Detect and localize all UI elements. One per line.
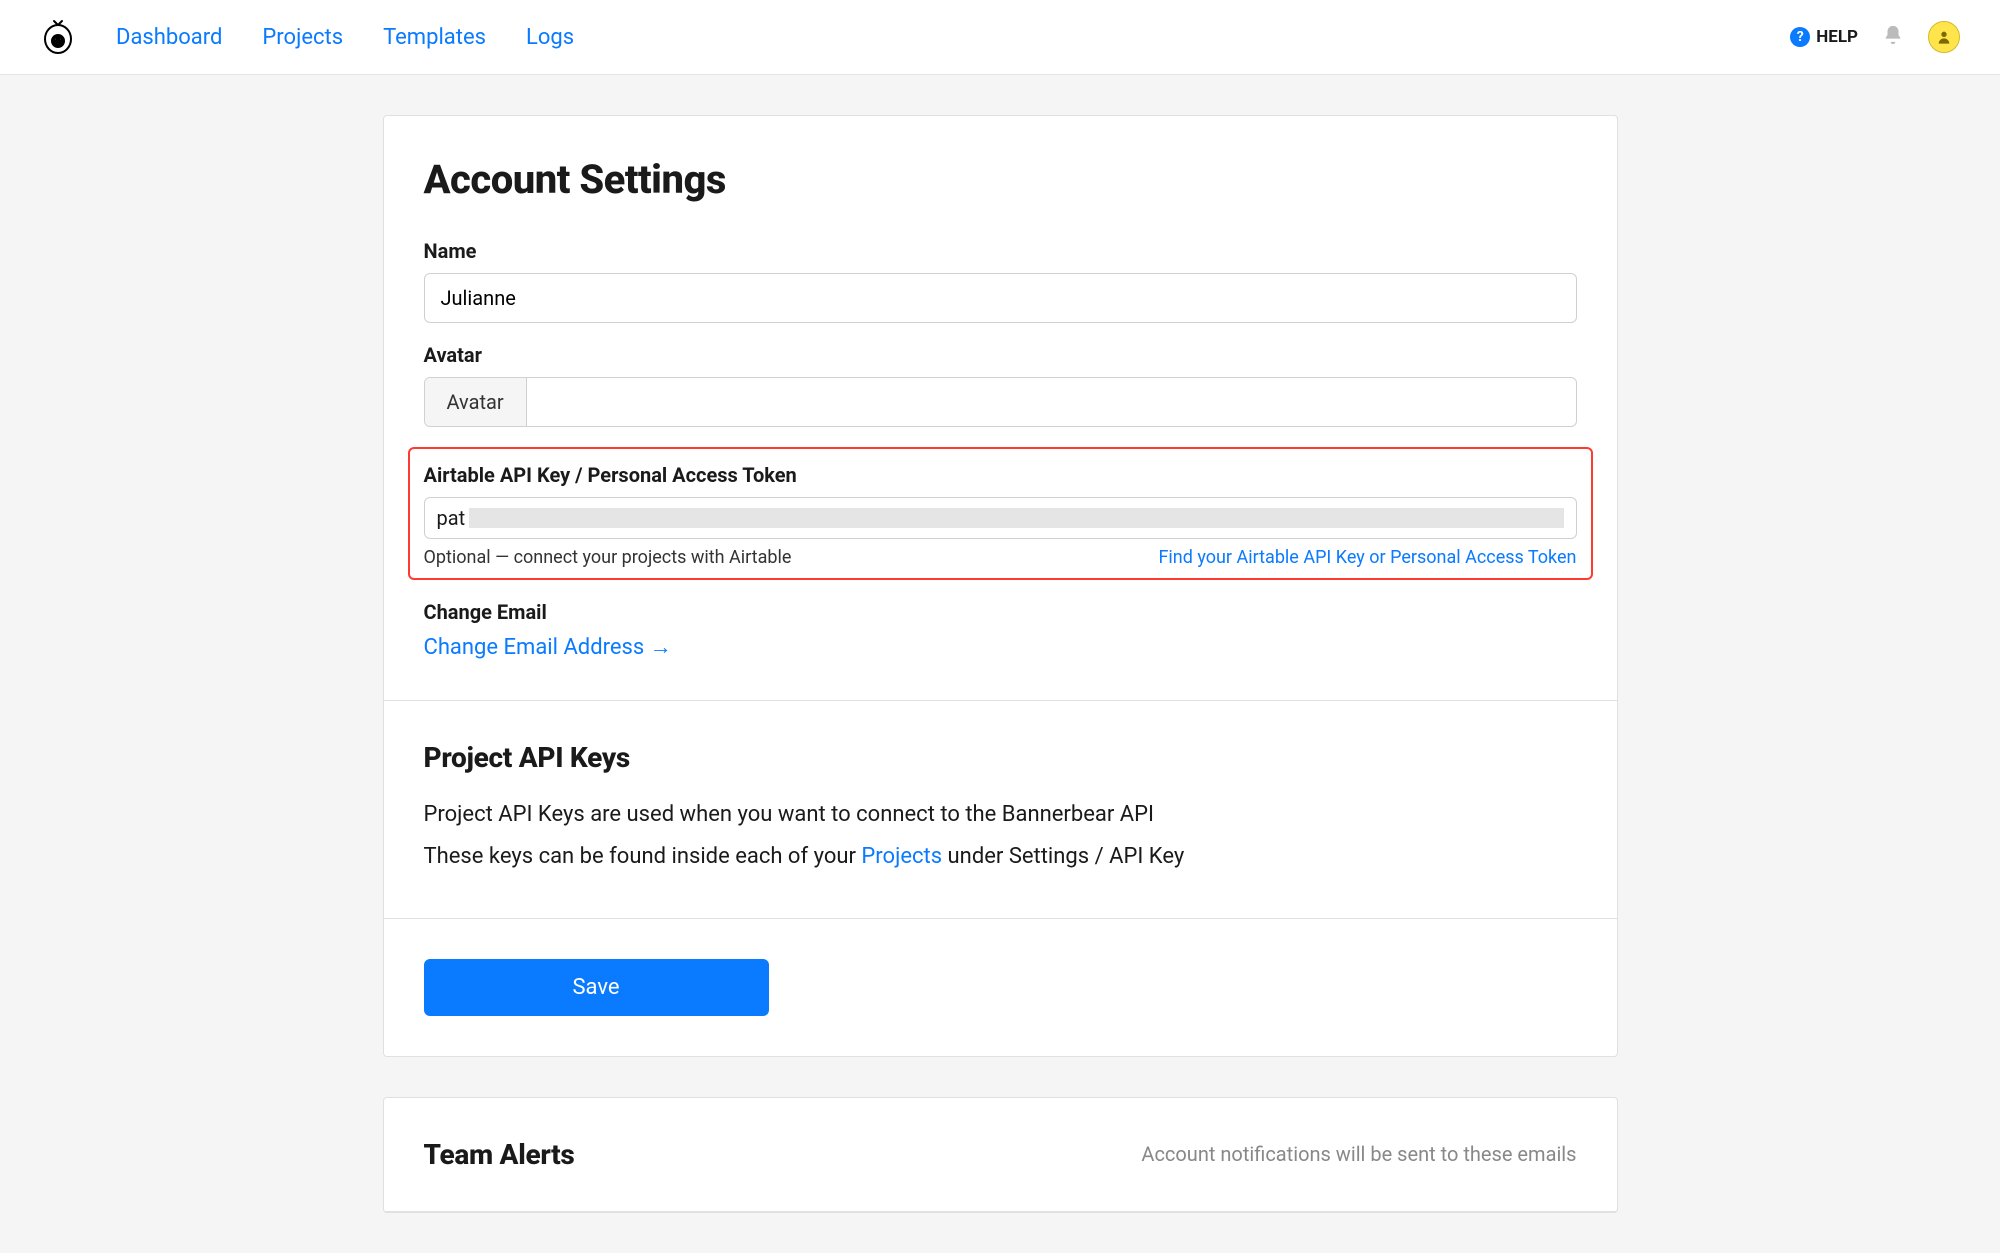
nav-dashboard[interactable]: Dashboard — [116, 25, 222, 50]
airtable-label: Airtable API Key / Personal Access Token — [424, 463, 1577, 487]
nav-projects[interactable]: Projects — [262, 25, 343, 50]
change-email-link[interactable]: Change Email Address → — [424, 635, 672, 660]
airtable-input[interactable]: pat — [424, 497, 1577, 539]
api-keys-desc-1: Project API Keys are used when you want … — [424, 794, 1577, 836]
api-keys-title: Project API Keys — [424, 741, 1577, 774]
alerts-card: Team Alerts Account notifications will b… — [383, 1097, 1618, 1213]
user-avatar[interactable] — [1928, 21, 1960, 53]
name-label: Name — [424, 239, 1577, 263]
nav-links: Dashboard Projects Templates Logs — [116, 25, 574, 50]
airtable-masked-value — [469, 508, 1563, 528]
airtable-find-link[interactable]: Find your Airtable API Key or Personal A… — [1158, 547, 1576, 568]
logo[interactable] — [40, 19, 76, 55]
save-button[interactable]: Save — [424, 959, 769, 1016]
nav-logs[interactable]: Logs — [526, 25, 574, 50]
help-icon: ? — [1790, 27, 1810, 47]
nav-templates[interactable]: Templates — [383, 25, 486, 50]
settings-card: Account Settings Name Avatar Avatar Airt… — [383, 115, 1618, 1057]
avatar-upload: Avatar — [424, 377, 1577, 427]
top-nav: Dashboard Projects Templates Logs ? HELP — [0, 0, 2000, 75]
api-keys-desc-suffix: under Settings / API Key — [942, 844, 1184, 869]
airtable-helper-text: Optional — connect your projects with Ai… — [424, 547, 792, 568]
alerts-subtitle: Account notifications will be sent to th… — [1141, 1142, 1576, 1166]
api-keys-desc-prefix: These keys can be found inside each of y… — [424, 844, 862, 869]
airtable-section: Airtable API Key / Personal Access Token… — [408, 447, 1593, 580]
name-input[interactable] — [424, 273, 1577, 323]
avatar-label: Avatar — [424, 343, 1577, 367]
projects-link[interactable]: Projects — [861, 844, 942, 869]
api-keys-desc-2: These keys can be found inside each of y… — [424, 836, 1577, 878]
airtable-prefix: pat — [437, 506, 466, 530]
avatar-button[interactable]: Avatar — [425, 378, 527, 426]
alerts-header: Team Alerts Account notifications will b… — [424, 1138, 1577, 1171]
help-button[interactable]: ? HELP — [1790, 27, 1858, 47]
airtable-helper-row: Optional — connect your projects with Ai… — [424, 547, 1577, 568]
alerts-title: Team Alerts — [424, 1138, 575, 1171]
page-title: Account Settings — [424, 156, 1577, 203]
help-label: HELP — [1816, 27, 1858, 47]
nav-right: ? HELP — [1790, 21, 1960, 53]
notifications-icon[interactable] — [1882, 24, 1904, 50]
change-email-label: Change Email — [424, 600, 1577, 624]
main-container: Account Settings Name Avatar Avatar Airt… — [363, 115, 1638, 1213]
